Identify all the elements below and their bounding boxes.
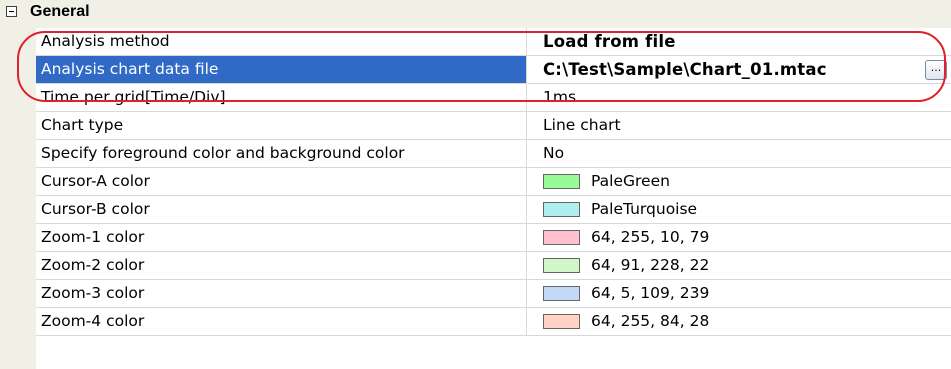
property-value[interactable]: 64, 255, 84, 28 [527, 308, 951, 335]
row-zoom-2-color[interactable]: Zoom-2 color 64, 91, 228, 22 [36, 252, 951, 280]
color-value: 64, 255, 10, 79 [591, 228, 710, 246]
color-swatch [543, 314, 580, 329]
property-value[interactable]: No [527, 140, 951, 167]
color-swatch [543, 174, 580, 189]
collapse-icon[interactable] [6, 6, 17, 17]
row-chart-type[interactable]: Chart type Line chart [36, 112, 951, 140]
property-name: Specify foreground color and background … [36, 140, 527, 167]
row-cursor-b-color[interactable]: Cursor-B color PaleTurquoise [36, 196, 951, 224]
property-name: Analysis chart data file [36, 56, 527, 83]
property-value[interactable]: Load from file [527, 28, 951, 55]
row-cursor-a-color[interactable]: Cursor-A color PaleGreen [36, 168, 951, 196]
color-swatch [543, 286, 580, 301]
category-label: General [30, 3, 90, 20]
row-specify-colors[interactable]: Specify foreground color and background … [36, 140, 951, 168]
property-name: Zoom-3 color [36, 280, 527, 307]
color-swatch [543, 202, 580, 217]
row-zoom-1-color[interactable]: Zoom-1 color 64, 255, 10, 79 [36, 224, 951, 252]
property-name: Zoom-1 color [36, 224, 527, 251]
property-value[interactable]: 64, 255, 10, 79 [527, 224, 951, 251]
property-name: Time per grid[Time/Div] [36, 84, 527, 111]
property-value[interactable]: PaleGreen [527, 168, 951, 195]
row-analysis-chart-data-file[interactable]: Analysis chart data file C:\Test\Sample\… [36, 56, 951, 84]
property-value[interactable]: C:\Test\Sample\Chart_01.mtac [527, 56, 951, 83]
browse-button[interactable]: ... [925, 60, 947, 80]
property-value[interactable]: 64, 5, 109, 239 [527, 280, 951, 307]
grid-gutter [0, 0, 36, 369]
color-value: 64, 91, 228, 22 [591, 256, 710, 274]
row-time-per-grid[interactable]: Time per grid[Time/Div] 1ms [36, 84, 951, 112]
color-value: 64, 255, 84, 28 [591, 312, 710, 330]
property-value[interactable]: 1ms [527, 84, 951, 111]
property-value[interactable]: PaleTurquoise [527, 196, 951, 223]
color-value: PaleTurquoise [591, 200, 698, 218]
property-name: Analysis method [36, 28, 527, 55]
property-name: Zoom-2 color [36, 252, 527, 279]
property-name: Zoom-4 color [36, 308, 527, 335]
property-name: Cursor-B color [36, 196, 527, 223]
category-general[interactable]: General [0, 0, 951, 28]
property-name: Chart type [36, 112, 527, 139]
row-analysis-method[interactable]: Analysis method Load from file [36, 28, 951, 56]
color-value: PaleGreen [591, 172, 670, 190]
property-name: Cursor-A color [36, 168, 527, 195]
property-value[interactable]: 64, 91, 228, 22 [527, 252, 951, 279]
file-path-text: C:\Test\Sample\Chart_01.mtac [543, 60, 827, 79]
property-grid: General Analysis method Load from file A… [0, 0, 951, 369]
row-zoom-3-color[interactable]: Zoom-3 color 64, 5, 109, 239 [36, 280, 951, 308]
color-value: 64, 5, 109, 239 [591, 284, 710, 302]
color-swatch [543, 230, 580, 245]
row-zoom-4-color[interactable]: Zoom-4 color 64, 255, 84, 28 [36, 308, 951, 336]
property-value[interactable]: Line chart [527, 112, 951, 139]
color-swatch [543, 258, 580, 273]
